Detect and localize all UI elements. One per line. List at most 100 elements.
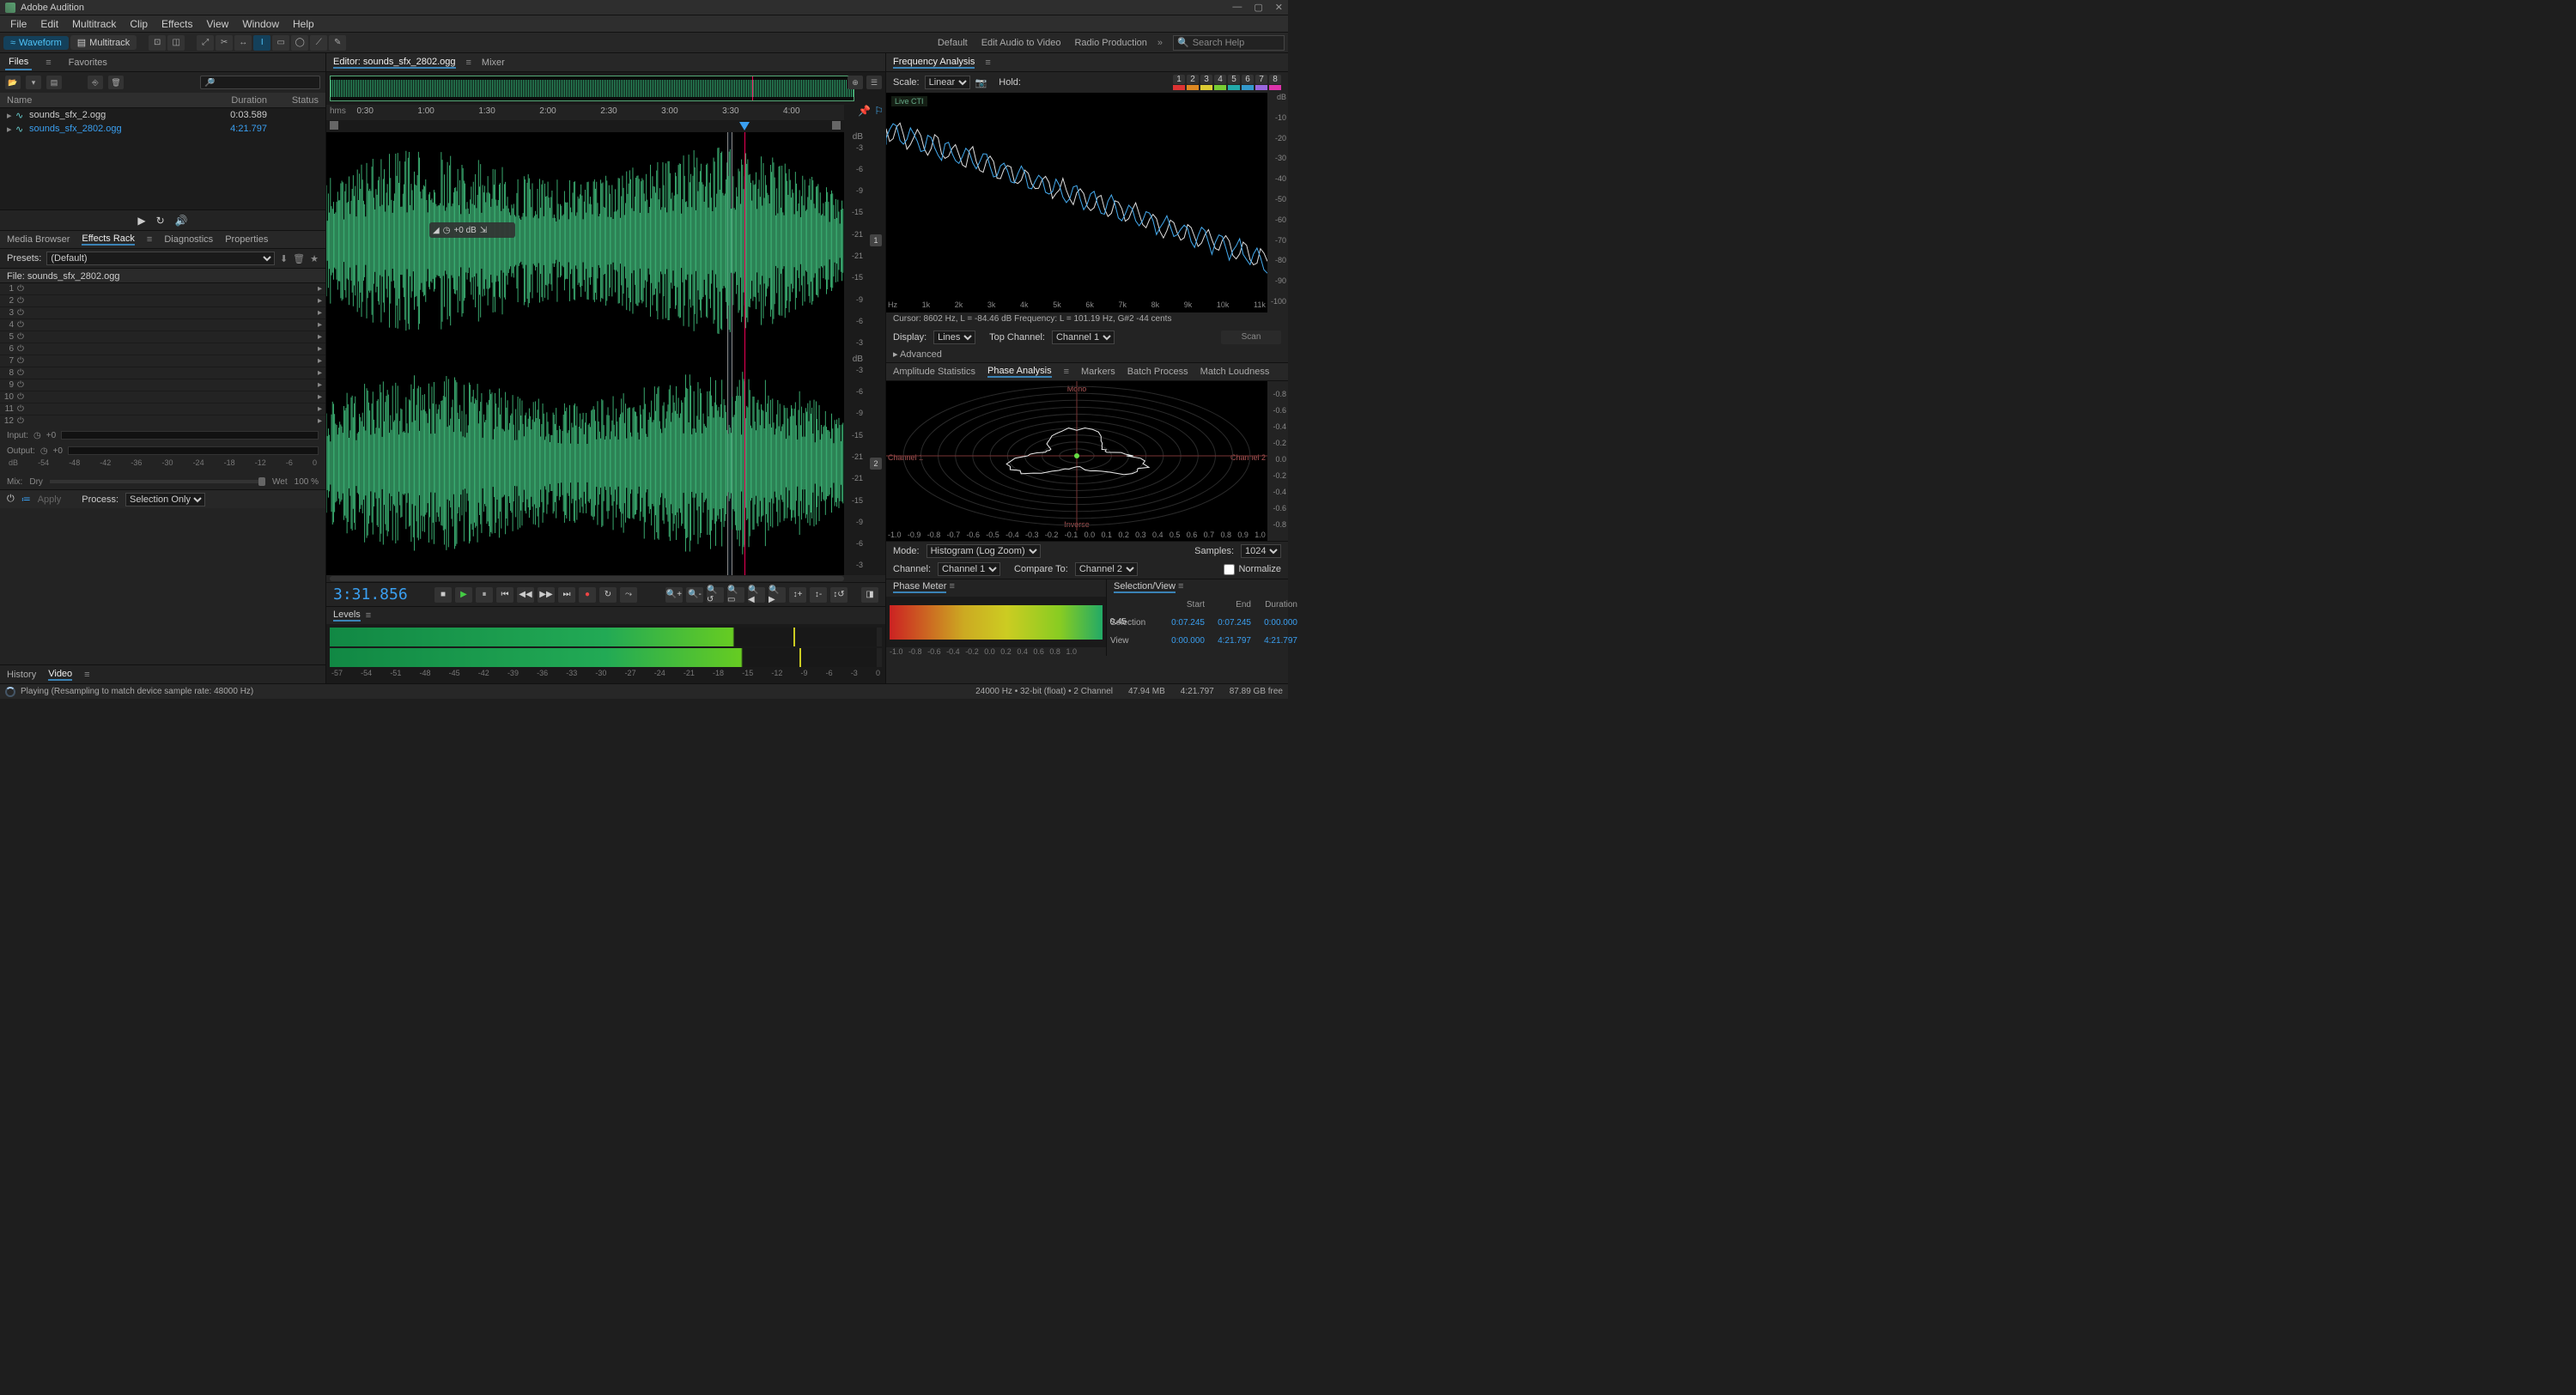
tab-diagnostics[interactable]: Diagnostics: [164, 234, 213, 245]
preview-autoplay-button[interactable]: 🔊: [175, 215, 188, 227]
tab-editor[interactable]: Editor: sounds_sfx_2802.ogg: [333, 57, 456, 69]
loop-button[interactable]: ↻: [599, 587, 617, 603]
slot-arrow-icon[interactable]: ▸: [318, 344, 322, 354]
open-file-button[interactable]: 📂: [5, 76, 21, 89]
slot-power-icon[interactable]: ⏻: [17, 368, 29, 378]
process-select[interactable]: Selection Only: [125, 493, 205, 506]
slot-arrow-icon[interactable]: ▸: [318, 284, 322, 294]
slot-arrow-icon[interactable]: ▸: [318, 404, 322, 414]
playhead[interactable]: [744, 132, 745, 575]
timecode-display[interactable]: 3:31.856: [333, 585, 428, 603]
mix-pct[interactable]: 100 %: [295, 477, 319, 487]
col-duration[interactable]: Duration: [207, 95, 267, 106]
slot-arrow-icon[interactable]: ▸: [318, 308, 322, 318]
effect-slot[interactable]: 8⏻▸: [0, 367, 325, 379]
tab-media-browser[interactable]: Media Browser: [7, 234, 70, 245]
video-tab-menu-icon[interactable]: ≡: [84, 670, 89, 680]
effect-slot[interactable]: 4⏻▸: [0, 319, 325, 331]
selview-value[interactable]: 0:07.245: [1162, 618, 1205, 634]
effect-slot[interactable]: 10⏻▸: [0, 391, 325, 403]
slot-power-icon[interactable]: ⏻: [17, 380, 29, 390]
menu-view[interactable]: View: [200, 16, 236, 32]
menu-effects[interactable]: Effects: [155, 16, 199, 32]
hold-button-2[interactable]: 2: [1187, 75, 1199, 84]
zoom-amplitude-out-button[interactable]: ↕-: [810, 587, 827, 603]
fforward-button[interactable]: ▶▶: [538, 587, 555, 603]
selview-value[interactable]: 4:21.797: [1208, 636, 1251, 652]
slip-tool-button[interactable]: ↔: [234, 35, 252, 51]
effect-slot[interactable]: 2⏻▸: [0, 295, 325, 307]
preview-play-button[interactable]: ▶: [137, 215, 145, 227]
menu-help[interactable]: Help: [286, 16, 321, 32]
tab-properties[interactable]: Properties: [225, 234, 268, 245]
slot-power-icon[interactable]: ⏻: [17, 404, 29, 414]
apply-button[interactable]: Apply: [38, 494, 62, 505]
timeline-ruler[interactable]: hms 0:301:001:302:002:303:003:304:00 📌 ⚐: [326, 105, 844, 120]
selview-menu-icon[interactable]: ≡: [1178, 581, 1183, 591]
marker-right-icon[interactable]: [832, 121, 841, 130]
zoom-in-inpoint-button[interactable]: 🔍◀: [748, 587, 765, 603]
marker-left-icon[interactable]: [330, 121, 338, 130]
heal-tool-button[interactable]: ✎: [329, 35, 346, 51]
freq-tab-menu-icon[interactable]: ≡: [985, 58, 990, 68]
channel-1-indicator[interactable]: 1: [870, 234, 882, 246]
insert-button[interactable]: ⎆: [88, 76, 103, 89]
effect-slot[interactable]: 11⏻▸: [0, 403, 325, 415]
marker-lane[interactable]: [326, 120, 844, 132]
slot-arrow-icon[interactable]: ▸: [318, 356, 322, 366]
tab-markers[interactable]: Markers: [1081, 367, 1115, 377]
marquee-tool-button[interactable]: ▭: [272, 35, 289, 51]
workspace-radio-production[interactable]: Radio Production: [1074, 38, 1146, 48]
zoom-in-button[interactable]: 🔍+: [665, 587, 683, 603]
rack-tab-menu-icon[interactable]: ≡: [147, 234, 152, 245]
selview-value[interactable]: 0:00.000: [1255, 618, 1297, 634]
slot-arrow-icon[interactable]: ▸: [318, 320, 322, 330]
mix-slider[interactable]: [50, 480, 265, 483]
hold-button-3[interactable]: 3: [1200, 75, 1212, 84]
file-row[interactable]: ▸∿sounds_sfx_2802.ogg4:21.797: [0, 122, 325, 136]
hold-button-8[interactable]: 8: [1269, 75, 1281, 84]
phase-meter-tab[interactable]: Phase Meter: [893, 581, 946, 593]
hud-clock-icon[interactable]: ◷: [443, 226, 451, 235]
effect-slot[interactable]: 5⏻▸: [0, 331, 325, 343]
selview-value[interactable]: 0:00.000: [1162, 636, 1205, 652]
col-status[interactable]: Status: [267, 95, 319, 106]
new-multitrack-button[interactable]: ▤: [46, 76, 62, 89]
phase-display[interactable]: Mono Inverse Channel 1 Channel 2 -0.8-0.…: [886, 381, 1267, 541]
scan-button[interactable]: Scan: [1221, 331, 1281, 344]
hold-button-4[interactable]: 4: [1214, 75, 1226, 84]
workspace-default[interactable]: Default: [938, 38, 968, 48]
zoom-out-button[interactable]: 🔍-: [686, 587, 703, 603]
lasso-tool-button[interactable]: ◯: [291, 35, 308, 51]
skip-selection-button[interactable]: ⤳: [620, 587, 637, 603]
move-tool-button[interactable]: ⤢: [197, 35, 214, 51]
preview-loop-button[interactable]: ↻: [156, 215, 165, 227]
zoom-reset-button[interactable]: 🔍↺: [707, 587, 724, 603]
tab-files-menu-icon[interactable]: ≡: [46, 58, 51, 68]
input-value[interactable]: +0: [46, 431, 56, 440]
effect-slot[interactable]: 3⏻▸: [0, 307, 325, 319]
brush-tool-button[interactable]: ⟋: [310, 35, 327, 51]
tab-phase-analysis[interactable]: Phase Analysis: [987, 366, 1052, 378]
spectrum-display[interactable]: Live CTI dB-10-20-30-40-50-60-70-80-90-1…: [886, 93, 1267, 312]
slot-power-icon[interactable]: ⏻: [17, 296, 29, 306]
effect-slot[interactable]: 1⏻▸: [0, 283, 325, 295]
top-channel-select[interactable]: Channel 1: [1052, 331, 1115, 344]
playhead-grip-icon[interactable]: [739, 121, 750, 133]
phase-mode-select[interactable]: Histogram (Log Zoom): [927, 544, 1041, 558]
maximize-icon[interactable]: ▢: [1254, 2, 1262, 13]
hud-pin-icon[interactable]: ⇲: [480, 226, 487, 235]
rack-list-icon[interactable]: ≔: [21, 494, 31, 505]
output-value[interactable]: +0: [53, 446, 63, 456]
selview-value[interactable]: 4:21.797: [1255, 636, 1297, 652]
delete-button[interactable]: 🗑: [108, 76, 124, 89]
selview-value[interactable]: 0:07.245: [1208, 618, 1251, 634]
tab-favorites[interactable]: Favorites: [65, 56, 111, 70]
slot-power-icon[interactable]: ⏻: [17, 284, 29, 294]
time-select-tool-button[interactable]: I: [253, 35, 270, 51]
hold-button-6[interactable]: 6: [1242, 75, 1254, 84]
tab-history[interactable]: History: [7, 670, 36, 680]
rewind-button[interactable]: ◀◀: [517, 587, 534, 603]
slot-power-icon[interactable]: ⏻: [17, 344, 29, 354]
output-knob-icon[interactable]: ◷: [40, 446, 48, 456]
